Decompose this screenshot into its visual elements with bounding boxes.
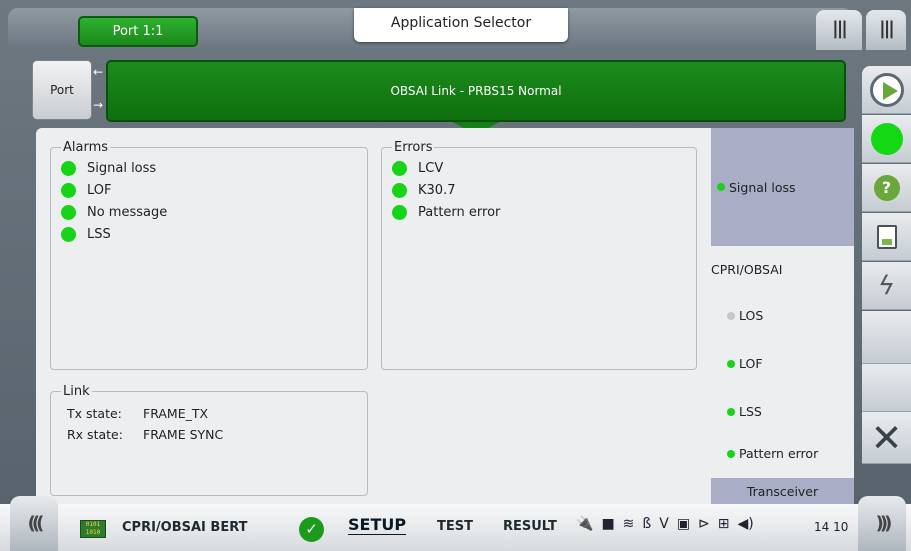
link-title: Link: [63, 384, 90, 399]
status-led-icon: [727, 359, 735, 368]
side-item-pattern-error: Pattern error: [727, 446, 818, 461]
play-icon: [869, 72, 904, 107]
clock: 14 10: [814, 520, 849, 534]
alarm-lof: LOF: [51, 179, 367, 201]
check-icon: ✓: [299, 517, 324, 542]
status-led-icon: [870, 122, 903, 155]
tx-state-row: Tx state: FRAME_TX: [67, 406, 209, 421]
status-led-icon: [392, 204, 407, 220]
help-button[interactable]: ?: [862, 164, 911, 212]
application-selector-button[interactable]: Application Selector: [354, 8, 568, 42]
status-led-icon: [717, 183, 725, 191]
status-led-icon: [727, 407, 735, 416]
rx-state-row: Rx state: FRAME SYNC: [67, 427, 224, 442]
exit-button[interactable]: ✕: [862, 412, 911, 464]
alarm-lss: LSS: [51, 223, 367, 245]
status-led-icon: [61, 226, 76, 242]
empty-tool-2: [862, 364, 911, 412]
side-item-los: LOS: [727, 308, 763, 323]
network-icon: ⊞: [717, 516, 730, 532]
cpri-obsai-list[interactable]: CPRI/OBSAI LOS LOF LSS Pattern error: [711, 246, 854, 478]
tab-test[interactable]: TEST: [437, 519, 473, 534]
power-plug-icon: 🔌: [576, 516, 594, 532]
status-icons: 🔌 ■ ≋ ß V ▣ ⊳ ⊞ ◀): [576, 516, 754, 532]
camera-icon: ■: [601, 516, 615, 532]
signal-icon: V: [659, 516, 669, 532]
side-item-lof: LOF: [727, 356, 763, 371]
status-side-panel: Signal loss CPRI/OBSAI LOS LOF LSS Patte…: [711, 128, 854, 506]
nav-left-button[interactable]: (((: [10, 496, 58, 551]
bert-app-icon[interactable]: 0101 1010: [80, 520, 106, 538]
tab-setup[interactable]: SETUP: [348, 515, 406, 534]
alarms-group: Alarms Signal loss LOF No message LSS: [50, 140, 368, 370]
errors-title: Errors: [394, 140, 433, 155]
tab-result[interactable]: RESULT: [503, 519, 557, 534]
nav-right-button[interactable]: ))): [858, 496, 906, 551]
link-group: Link Tx state: FRAME_TX Rx state: FRAME SY…: [50, 384, 368, 496]
status-led-icon: [392, 182, 407, 198]
signal-loss-indicator[interactable]: Signal loss: [711, 128, 854, 246]
arrow-left-icon: ←: [93, 65, 104, 79]
status-led-icon: [61, 204, 76, 220]
port-tab[interactable]: Port 1:1: [78, 16, 198, 47]
transceiver-tab[interactable]: Transceiver: [711, 478, 854, 506]
app-name: CPRI/OBSAI BERT: [122, 520, 248, 535]
start-button[interactable]: [862, 66, 911, 114]
remote-icon: ▣: [676, 516, 691, 532]
report-icon: [876, 224, 897, 249]
menu-button-2[interactable]: |||: [866, 10, 906, 50]
status-led-icon: [61, 160, 76, 176]
status-led-icon: [727, 449, 735, 458]
bluetooth-icon: ß: [642, 516, 652, 532]
error-pattern: Pattern error: [382, 201, 696, 223]
antenna-icon: ⊳: [698, 516, 710, 532]
status-led-icon: [392, 160, 407, 176]
alarms-title: Alarms: [63, 140, 109, 155]
link-status-bar[interactable]: OBSAI Link - PRBS15 Normal: [106, 60, 846, 122]
close-icon: ✕: [870, 415, 903, 460]
status-led-icon: [61, 182, 76, 198]
cpri-obsai-title: CPRI/OBSAI: [711, 262, 783, 277]
error-lcv: LCV: [382, 157, 696, 179]
error-k30-7: K30.7: [382, 179, 696, 201]
alarm-no-message: No message: [51, 201, 367, 223]
status-led-icon: [727, 311, 735, 320]
menu-button-1[interactable]: |||: [816, 10, 862, 50]
arrow-right-icon: →: [93, 98, 104, 112]
status-led-button[interactable]: [862, 115, 911, 163]
port-button[interactable]: Port: [32, 60, 92, 120]
side-item-lss: LSS: [727, 404, 762, 419]
inject-button[interactable]: ϟ: [862, 262, 911, 310]
errors-group: Errors LCV K30.7 Pattern error: [381, 140, 697, 370]
empty-tool: [862, 311, 911, 364]
tx-state-value: FRAME_TX: [143, 406, 209, 421]
lightning-icon: ϟ: [877, 270, 896, 301]
volume-icon: ◀): [737, 516, 754, 532]
wifi-icon: ≋: [622, 516, 635, 532]
alarm-signal-loss: Signal loss: [51, 157, 367, 179]
report-button[interactable]: [862, 213, 911, 261]
rx-state-value: FRAME SYNC: [143, 427, 224, 442]
help-icon: ?: [873, 174, 900, 201]
